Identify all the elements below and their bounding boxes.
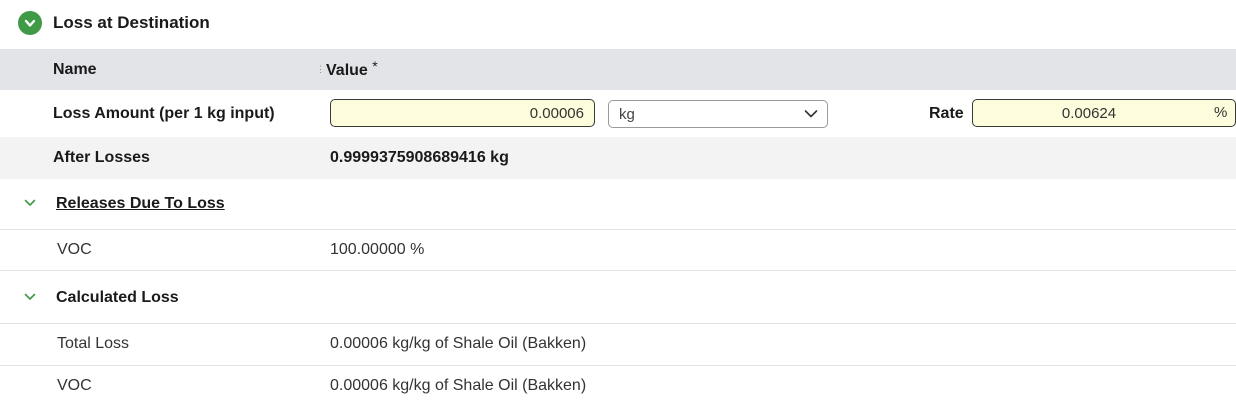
column-resize-handle[interactable]: ⋮ <box>316 64 325 74</box>
loss-unit-select-value: kg <box>619 106 635 123</box>
calculated-loss-item-value: 0.00006 kg/kg of Shale Oil (Bakken) <box>330 335 587 352</box>
loss-unit-select[interactable]: kg <box>608 100 828 128</box>
release-item-value: 100.00000 % <box>330 241 425 258</box>
chevron-down-icon <box>24 19 36 27</box>
releases-title-link[interactable]: Releases Due To Loss <box>56 194 225 214</box>
column-header-value-label: Value <box>326 62 368 79</box>
calculated-loss-title: Calculated Loss <box>56 289 179 306</box>
after-losses-label: After Losses <box>53 149 150 166</box>
chevron-down-icon <box>804 110 818 118</box>
required-marker: * <box>372 58 378 74</box>
chevron-down-icon <box>24 293 36 300</box>
releases-collapse-toggle[interactable] <box>20 193 40 213</box>
chevron-down-icon <box>24 199 36 206</box>
column-header-name: Name <box>53 61 97 78</box>
loss-amount-label: Loss Amount (per 1 kg input) <box>53 105 275 122</box>
table-header <box>0 49 1236 90</box>
section-collapse-toggle[interactable] <box>18 11 42 35</box>
rate-input[interactable] <box>972 99 1236 127</box>
section-title: Loss at Destination <box>53 13 210 32</box>
rate-unit: % <box>1214 104 1228 121</box>
calculated-loss-collapse-toggle[interactable] <box>20 287 40 307</box>
rate-label: Rate <box>929 105 964 122</box>
calculated-loss-item-name: Total Loss <box>57 335 130 352</box>
divider <box>0 270 1236 271</box>
column-header-value: Value * <box>326 58 378 81</box>
after-losses-value: 0.9999375908689416 kg <box>330 149 509 166</box>
calculated-loss-item-name: VOC <box>57 377 92 394</box>
release-item-name: VOC <box>57 241 92 258</box>
loss-amount-input[interactable] <box>330 99 595 127</box>
after-losses-row <box>0 137 1236 179</box>
divider <box>0 365 1236 366</box>
divider <box>0 229 1236 230</box>
divider <box>0 323 1236 324</box>
calculated-loss-item-value: 0.00006 kg/kg of Shale Oil (Bakken) <box>330 377 587 394</box>
